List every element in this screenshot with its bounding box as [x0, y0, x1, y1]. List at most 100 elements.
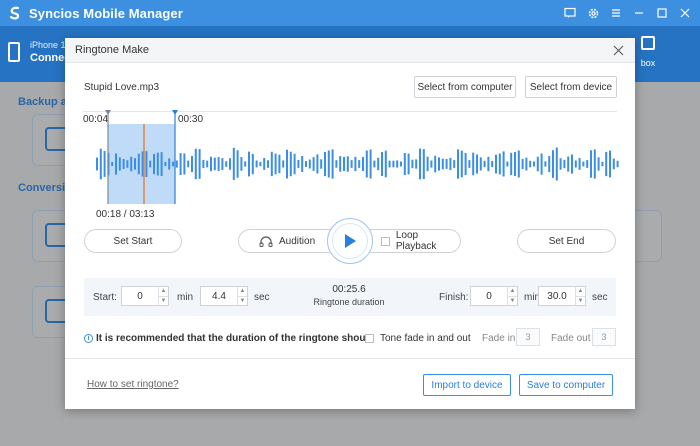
finish-min-value[interactable]: 0	[471, 287, 507, 305]
waveform-bar	[438, 157, 440, 171]
finish-sec-stepper[interactable]: 30.0 ▲ ▼	[538, 286, 586, 306]
ringtone-make-dialog: Ringtone Make Stupid Love.mp3 Select fro…	[65, 38, 635, 409]
waveform-bar	[175, 160, 178, 168]
play-button[interactable]	[327, 218, 373, 264]
fade-out-input[interactable]: 3	[592, 328, 616, 346]
waveform-bar	[567, 156, 570, 172]
waveform-bar	[141, 151, 144, 177]
waveform-bar	[122, 159, 125, 169]
close-icon[interactable]	[678, 6, 692, 20]
select-from-computer-button[interactable]: Select from computer	[414, 76, 516, 98]
decrement-icon[interactable]: ▼	[238, 295, 247, 306]
waveform-bar	[597, 157, 600, 171]
ringtone-duration-value: 00:25.6	[332, 284, 366, 295]
waveform-bar	[369, 149, 372, 179]
gear-icon[interactable]	[586, 6, 600, 20]
waveform-bar	[563, 159, 566, 169]
increment-icon[interactable]: ▲	[159, 287, 168, 296]
set-end-button[interactable]: Set End	[517, 229, 616, 253]
waveform-bar	[210, 156, 212, 172]
waveform-bar	[426, 156, 429, 172]
start-sec-value[interactable]: 4.4	[201, 287, 237, 305]
menu-icon[interactable]	[609, 6, 623, 20]
waveform-bar	[267, 160, 269, 168]
waveform-bar	[533, 161, 535, 167]
start-sec-stepper[interactable]: 4.4 ▲ ▼	[200, 286, 248, 306]
waveform-bar	[198, 149, 201, 179]
finish-sec-value[interactable]: 30.0	[539, 287, 575, 305]
fade-in-label: Fade in	[482, 333, 516, 344]
waveform-bar	[251, 153, 254, 175]
waveform-bar	[327, 150, 330, 178]
decrement-icon[interactable]: ▼	[508, 295, 517, 306]
waveform-bar	[187, 160, 190, 168]
waveform-bar	[525, 157, 528, 171]
waveform-bar	[316, 154, 319, 174]
waveform-bar	[99, 148, 102, 180]
minimize-icon[interactable]	[632, 6, 646, 20]
increment-icon[interactable]: ▲	[238, 287, 247, 296]
waveform-bar	[373, 160, 376, 168]
waveform-bar	[278, 154, 281, 174]
waveform-bar	[590, 150, 592, 178]
waveform-bar	[536, 156, 539, 172]
waveform-bar	[172, 161, 174, 167]
phone-icon	[8, 42, 20, 62]
playback-position: 00:18 / 03:13	[96, 209, 155, 220]
increment-icon[interactable]: ▲	[508, 287, 517, 296]
how-to-set-ringtone-link[interactable]: How to set ringtone?	[87, 379, 179, 390]
finish-sec-unit: sec	[592, 292, 608, 303]
waveform-bar	[160, 152, 163, 176]
waveform-bar	[244, 161, 247, 167]
syncios-logo-icon	[9, 6, 20, 20]
loop-playback-label: Loop Playback	[395, 230, 437, 252]
loop-playback-checkbox[interactable]	[381, 236, 390, 246]
set-start-button[interactable]: Set Start	[84, 229, 182, 253]
waveform-bar	[354, 156, 357, 172]
decrement-icon[interactable]: ▼	[576, 295, 585, 306]
ringtone-duration-label: Ringtone duration	[313, 297, 385, 307]
loop-playback-toggle[interactable]: Loop Playback	[365, 229, 461, 253]
decrement-icon[interactable]: ▼	[159, 295, 168, 306]
finish-min-stepper[interactable]: 0 ▲ ▼	[470, 286, 518, 306]
waveform-bar	[191, 156, 193, 173]
start-sec-unit: sec	[254, 292, 270, 303]
toolbox-icon	[641, 36, 655, 50]
dialog-close-icon[interactable]	[611, 43, 625, 57]
waveform-bar	[552, 150, 554, 178]
app-titlebar: Syncios Mobile Manager	[0, 0, 700, 26]
waveform-bar	[259, 161, 262, 167]
waveform-bar	[593, 149, 596, 179]
waveform-bar	[255, 160, 258, 168]
start-min-stepper[interactable]: 0 ▲ ▼	[121, 286, 169, 306]
maximize-icon[interactable]	[655, 6, 669, 20]
select-from-device-button[interactable]: Select from device	[525, 76, 617, 98]
waveform-bar	[441, 158, 444, 170]
waveform-bar	[149, 160, 152, 168]
tone-fade-checkbox[interactable]	[365, 334, 374, 343]
waveform-bar	[213, 157, 216, 171]
selection-region[interactable]	[108, 124, 175, 204]
start-marker-time: 00:04	[83, 114, 109, 125]
waveform-bar	[289, 151, 292, 177]
waveform-bar	[346, 156, 349, 172]
waveform-bar	[381, 152, 383, 176]
fade-in-input[interactable]: 3	[516, 328, 540, 346]
waveform-bar	[430, 160, 433, 168]
audition-button[interactable]: Audition	[238, 229, 334, 253]
waveform-bar	[582, 161, 585, 167]
time-settings-panel: Start: 0 ▲ ▼ min 4.4 ▲ ▼ sec 00:25.6 Ringt…	[84, 278, 616, 316]
start-min-value[interactable]: 0	[122, 287, 158, 305]
waveform-bar	[457, 149, 459, 179]
import-to-device-button[interactable]: Import to device	[423, 374, 511, 396]
waveform-bar	[419, 148, 421, 180]
waveform-bar	[495, 154, 497, 174]
save-to-computer-button[interactable]: Save to computer	[519, 374, 613, 396]
waveform-bar	[491, 160, 494, 168]
waveform-bar	[479, 157, 482, 171]
increment-icon[interactable]: ▲	[576, 287, 585, 296]
waveform-bar	[422, 149, 425, 179]
waveform-bar	[502, 151, 505, 177]
waveform-bar	[449, 157, 452, 171]
message-icon[interactable]	[563, 6, 577, 20]
